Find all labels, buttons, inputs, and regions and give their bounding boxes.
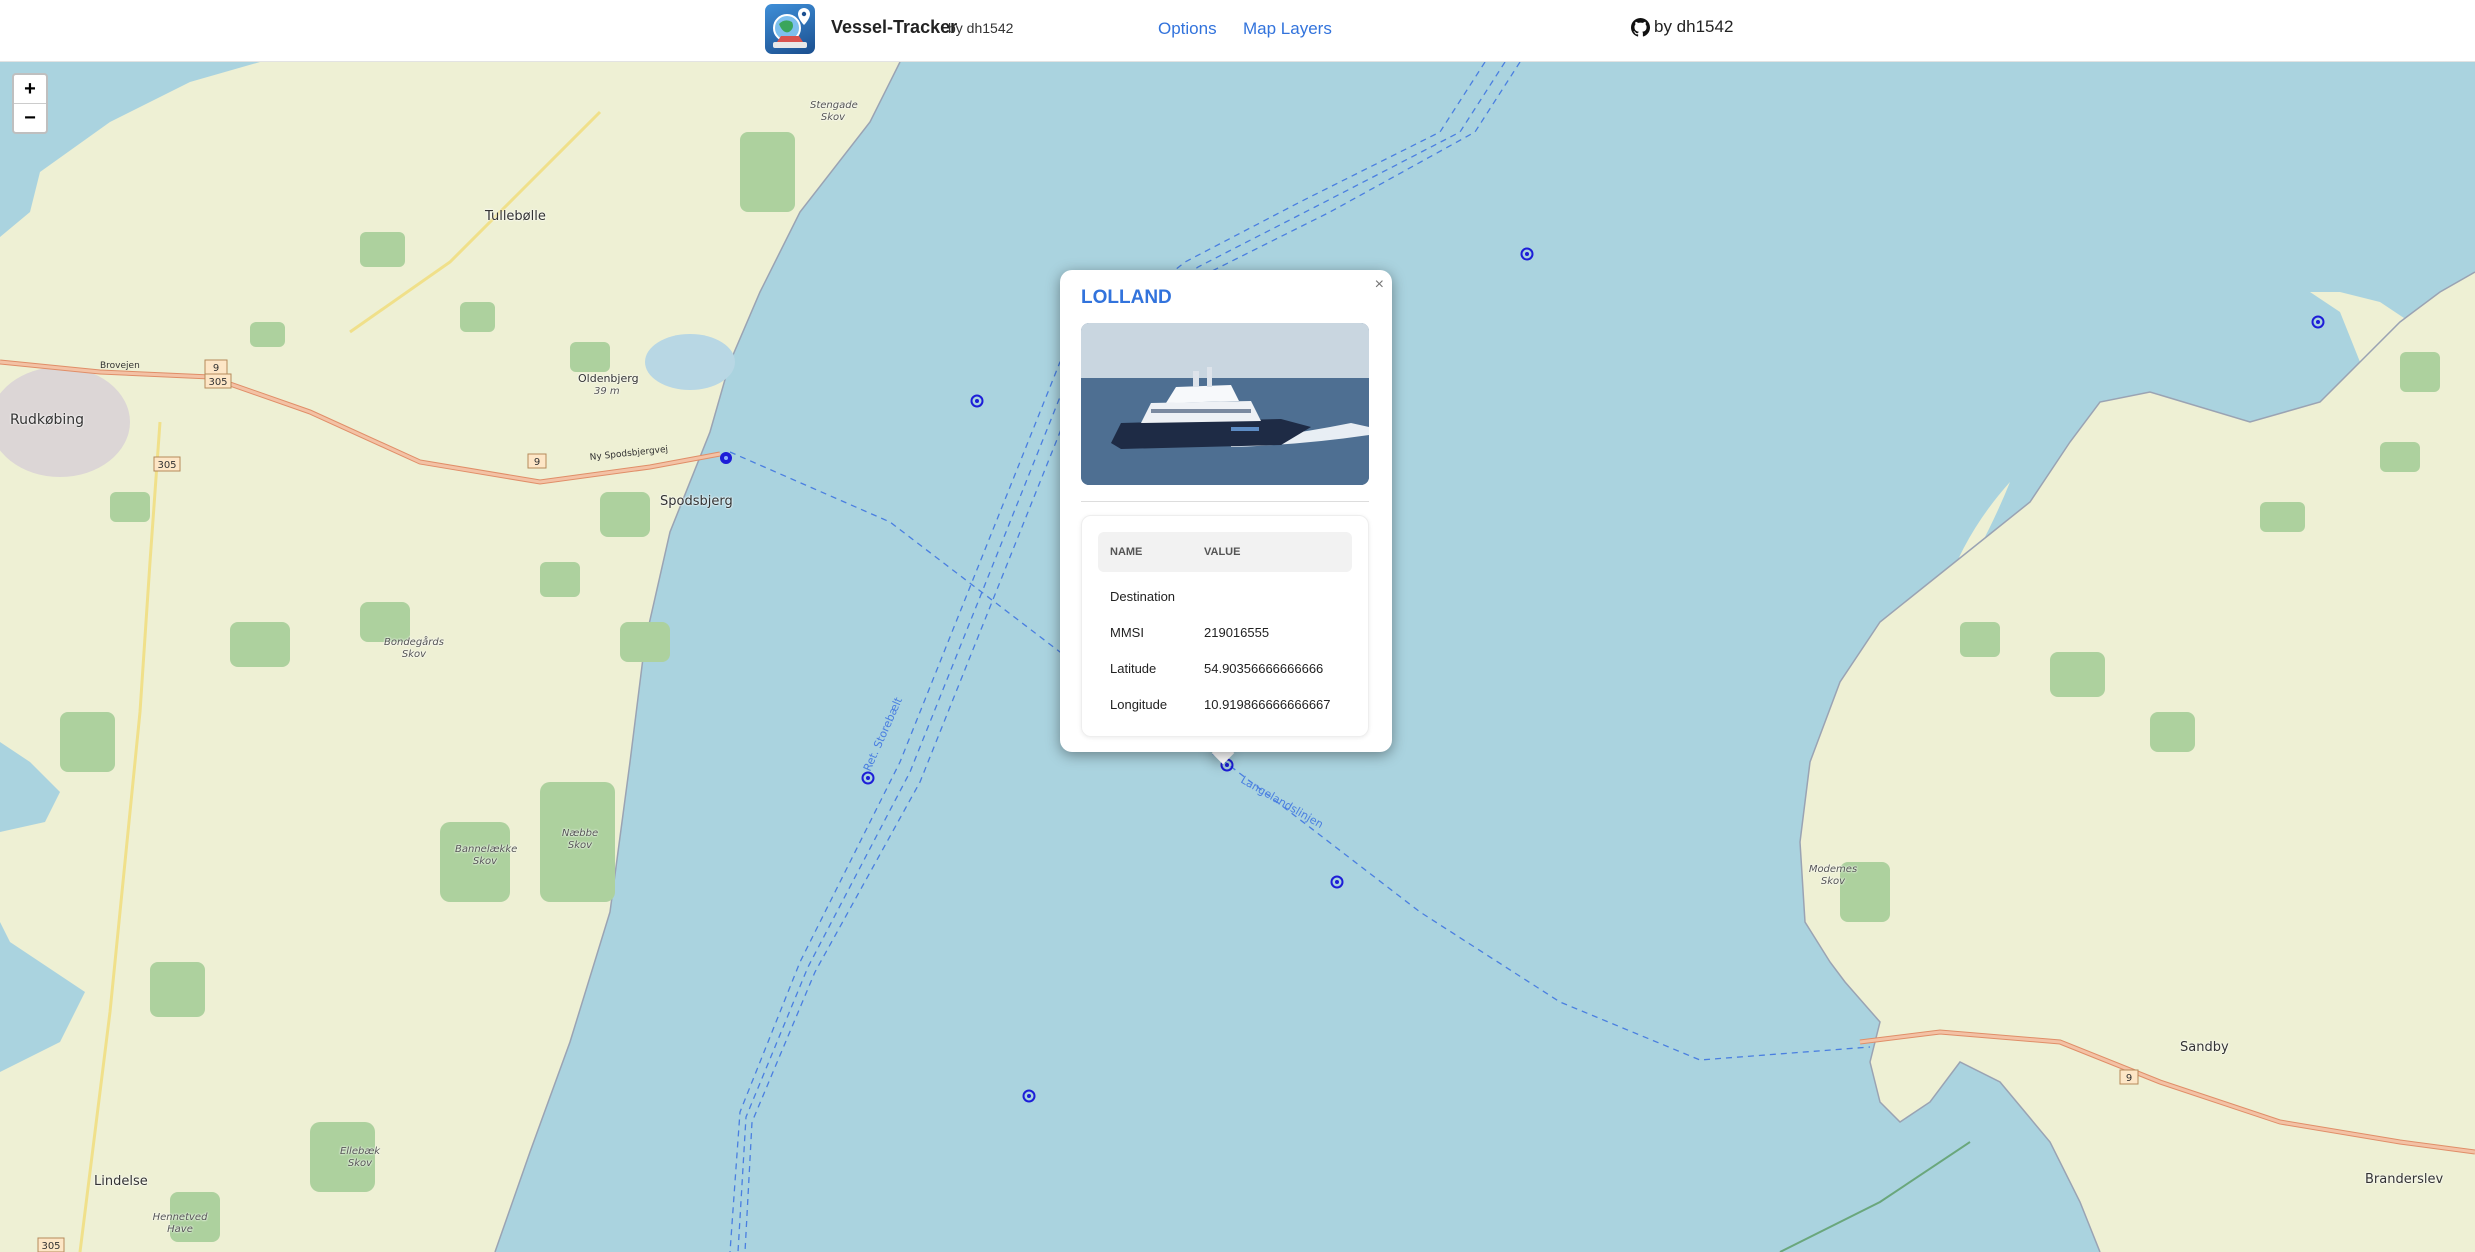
vessel-marker[interactable] [1330,875,1344,889]
vessel-icon [970,394,984,408]
vessel-icon [1330,875,1344,889]
table-row: Longitude 10.919866666666667 [1098,686,1352,722]
nav-map-layers-link[interactable]: Map Layers [1243,19,1332,39]
row-value-latitude: 54.90356666666666 [1204,660,1324,676]
table-header-value: VALUE [1192,532,1352,572]
place-label-ellebaek-skov: Ellebæk Skov [339,1146,381,1169]
table-row: Destination [1098,572,1352,614]
row-value-mmsi: 219016555 [1204,624,1270,640]
vessel-icon [1022,1089,1036,1103]
place-label-stengade-skov: Stengade Skov [810,100,858,123]
vessel-icon [1520,247,1534,261]
github-label: by dh1542 [1654,17,1734,36]
zoom-in-button[interactable]: + [14,75,46,104]
vessel-marker[interactable] [861,771,875,785]
app-title[interactable]: Vessel-Tracker [831,17,957,38]
app-author: by dh1542 [948,20,1014,36]
row-name-longitude: Longitude [1110,696,1168,712]
vessel-marker[interactable] [1022,1089,1036,1103]
vessel-marker[interactable] [970,394,984,408]
vessel-popup: × LOLLAND NAME VALUE Destination MMSI 21… [1060,270,1392,752]
row-name-destination: Destination [1110,588,1176,604]
vessel-marker[interactable] [719,451,733,465]
table-row: MMSI 219016555 [1098,614,1352,650]
vessel-icon [861,771,875,785]
vessel-info-card: NAME VALUE Destination MMSI 219016555 La… [1081,515,1369,737]
navbar: Vessel-Tracker by dh1542 Options Map Lay… [0,0,2475,62]
popup-divider [1081,501,1369,502]
table-header-row: NAME VALUE [1098,532,1352,572]
github-link[interactable]: by dh1542 [1631,17,1733,37]
place-label-lindelse: Lindelse [94,1174,148,1189]
svg-text:9: 9 [213,363,219,374]
vessel-photo [1081,323,1369,485]
place-label-hennetved-have: Hennetved Have [152,1212,208,1235]
place-label-oldenbjerg: Oldenbjerg [578,372,639,385]
table-header-name: NAME [1098,532,1192,572]
github-icon [1631,17,1650,37]
svg-text:9: 9 [2126,1073,2132,1084]
row-value-destination [1192,572,1352,614]
svg-text:Brovejen: Brovejen [100,361,140,371]
popup-close-button[interactable]: × [1375,276,1384,294]
vessel-name: LOLLAND [1081,287,1172,308]
svg-text:305: 305 [41,1241,60,1252]
nav-options-link[interactable]: Options [1158,19,1217,39]
vessel-icon [2311,315,2325,329]
place-label-bondegaards-skov: Bondegårds Skov [384,637,444,660]
place-label-sandby: Sandby [2180,1040,2229,1055]
row-value-longitude: 10.919866666666667 [1204,696,1331,712]
zoom-out-button[interactable]: − [14,104,46,132]
svg-text:305: 305 [208,377,227,388]
place-label-baennelokke-skov: Bannelække Skov [455,844,518,867]
place-label-modemes-skov: Modemes Skov [1808,864,1858,887]
place-label-branderslev: Branderslev [2365,1172,2444,1187]
row-name-latitude: Latitude [1110,660,1157,676]
svg-text:9: 9 [534,457,540,468]
vessel-icon [720,452,732,464]
table-row: Latitude 54.90356666666666 [1098,650,1352,686]
row-name-mmsi: MMSI [1110,624,1144,640]
vessel-info-table: NAME VALUE Destination MMSI 219016555 La… [1098,532,1352,722]
vessel-marker[interactable] [2311,315,2325,329]
svg-text:305: 305 [157,460,176,471]
place-label-naebbe-skov: Næbbe Skov [561,828,599,851]
app-logo-icon[interactable] [765,4,815,54]
place-label-spodsbjerg: Spodsbjerg [660,494,733,509]
place-label-tullebolle: Tullebølle [485,209,546,224]
place-label-rudkobing: Rudkøbing [10,412,85,428]
vessel-marker[interactable] [1520,247,1534,261]
place-label-oldenbjerg-height: 39 m [594,386,620,397]
zoom-control: + − [12,73,48,134]
